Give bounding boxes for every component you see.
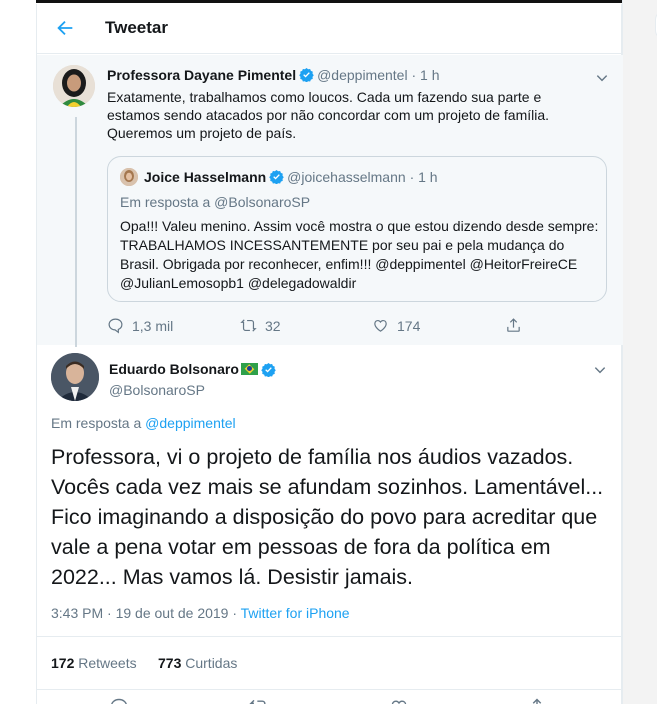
like-count: 174 <box>397 317 421 334</box>
chevron-down-icon[interactable] <box>595 71 609 85</box>
parent-tweet-actions: 1,3 mil 32 174 <box>107 317 527 337</box>
reply-icon[interactable] <box>109 697 129 704</box>
chevron-down-icon[interactable] <box>593 363 607 377</box>
quoted-tweet-time: · 1 h <box>409 169 438 185</box>
avatar[interactable] <box>51 353 99 401</box>
retweet-count: 32 <box>265 317 281 334</box>
retweet-icon[interactable] <box>249 697 269 704</box>
page-header: Tweetar <box>37 4 623 54</box>
retweets-label: Retweets <box>78 655 137 671</box>
author-name[interactable]: Professora Dayane Pimentel <box>107 67 296 83</box>
likes-label: Curtidas <box>185 655 238 671</box>
top-border <box>0 0 657 3</box>
parent-tweet[interactable]: Professora Dayane Pimentel @deppimentel ·… <box>37 55 623 347</box>
avatar <box>120 168 138 186</box>
quoted-author-name: Joice Hasselmann <box>144 169 267 185</box>
tweet-time: · 1 h <box>411 67 440 83</box>
verified-badge-icon <box>269 169 284 184</box>
avatar[interactable] <box>53 65 95 107</box>
quoted-tweet-header: Joice Hasselmann @joicehasselmann · 1 h <box>144 169 438 185</box>
right-sidebar-edge <box>622 0 657 704</box>
likes-count: 773 <box>158 655 182 671</box>
main-tweet-text: Professora, vi o projeto de família nos … <box>51 445 604 589</box>
share-button[interactable] <box>505 317 522 334</box>
heart-icon <box>374 319 387 332</box>
quoted-author-handle: @joicehasselmann <box>287 169 406 185</box>
brazil-flag-icon <box>240 363 258 375</box>
verified-badge-icon <box>299 67 314 82</box>
retweets-count: 172 <box>51 655 75 671</box>
retweet-button[interactable]: 32 <box>240 317 281 334</box>
share-icon <box>507 318 520 332</box>
tweet-metadata: 3:43 PM · 19 de out de 2019 · Twitter fo… <box>51 605 350 621</box>
quoted-reply-context: Em resposta a @BolsonaroSP <box>120 194 311 210</box>
reply-prefix: Em resposta a <box>51 415 142 431</box>
parent-tweet-header: Professora Dayane Pimentel @deppimentel ·… <box>107 67 440 83</box>
reply-count: 1,3 mil <box>132 317 174 334</box>
likes-stat[interactable]: 773 Curtidas <box>158 655 237 671</box>
tweet-timestamp[interactable]: 3:43 PM · 19 de out de 2019 · <box>51 605 241 621</box>
arrow-left-icon[interactable] <box>54 17 76 39</box>
tweet-source-link[interactable]: Twitter for iPhone <box>241 605 350 621</box>
parent-tweet-text: Exatamente, trabalhamos como loucos. Cad… <box>107 89 550 141</box>
retweet-icon <box>240 319 257 332</box>
tweet-stats: 172 Retweets 773 Curtidas <box>37 636 623 690</box>
reply-button[interactable]: 1,3 mil <box>107 317 173 334</box>
retweets-stat[interactable]: 172 Retweets <box>51 655 137 671</box>
tweet-column: Tweetar Professora Dayane Pimentel @deppi… <box>36 4 623 704</box>
author-handle[interactable]: @BolsonaroSP <box>109 382 205 398</box>
reply-context: Em resposta a @deppimentel <box>51 415 236 431</box>
main-tweet-actions <box>37 691 623 704</box>
reply-handle-link[interactable]: @deppimentel <box>145 415 236 431</box>
page-title: Tweetar <box>105 18 168 37</box>
quoted-tweet[interactable]: Joice Hasselmann @joicehasselmann · 1 h E… <box>107 156 607 302</box>
like-button[interactable]: 174 <box>372 317 420 334</box>
left-background <box>0 0 36 704</box>
verified-badge-icon <box>261 362 276 377</box>
author-handle[interactable]: @deppimentel <box>317 67 408 83</box>
heart-icon[interactable] <box>389 697 409 704</box>
thread-connector <box>75 117 77 347</box>
reply-icon <box>108 318 123 334</box>
share-icon[interactable] <box>527 697 547 704</box>
quoted-tweet-text: Opa!!! Valeu menino. Assim você mostra o… <box>120 218 599 291</box>
author-name[interactable]: Eduardo Bolsonaro <box>109 361 279 377</box>
author-name-text: Eduardo Bolsonaro <box>109 361 239 377</box>
